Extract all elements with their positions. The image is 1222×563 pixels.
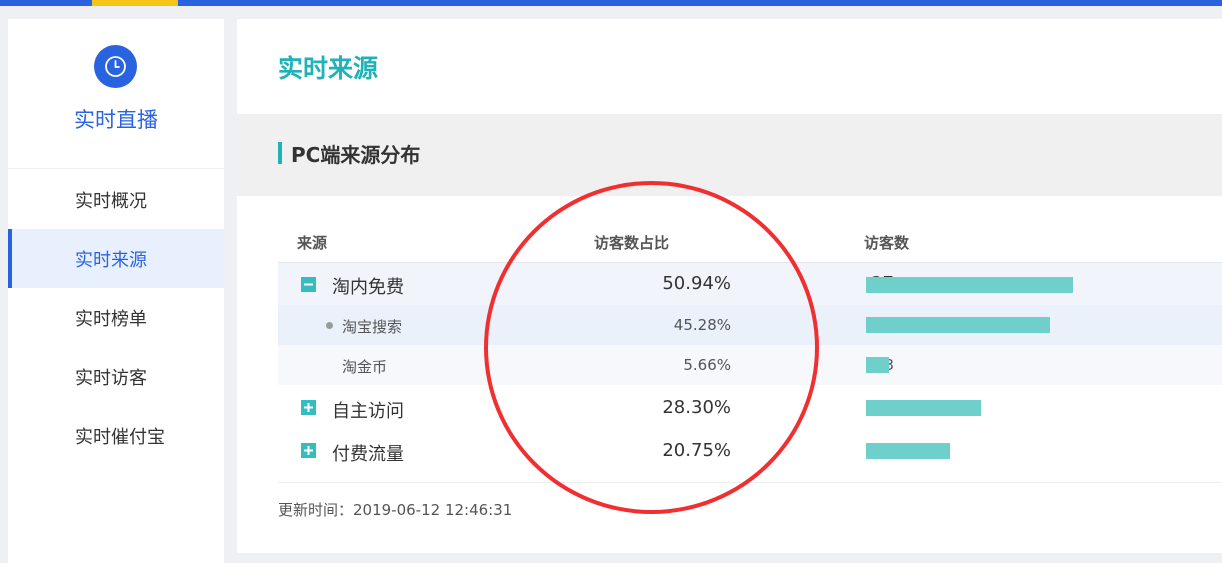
visitor-share: 5.66% xyxy=(683,356,731,374)
top-bar-accent xyxy=(92,0,178,6)
visitor-bar xyxy=(866,400,981,416)
sidebar-item-overview[interactable]: 实时概况 xyxy=(8,170,224,229)
visitor-share: 28.30% xyxy=(662,397,731,418)
plus-icon xyxy=(304,403,313,412)
section-header: PC端来源分布 xyxy=(237,114,1222,196)
plus-icon xyxy=(304,446,313,455)
visitor-share: 20.75% xyxy=(662,440,731,461)
visitor-bar xyxy=(866,277,1073,293)
visitor-bar xyxy=(866,443,950,459)
visitor-bar xyxy=(866,317,1050,333)
minus-icon xyxy=(304,283,313,286)
source-label: 付费流量 xyxy=(332,444,404,465)
column-header-source: 来源 xyxy=(297,234,328,252)
sidebar-item-payment-reminder[interactable]: 实时催付宝 xyxy=(8,406,224,465)
section-title: PC端来源分布 xyxy=(291,143,421,167)
section-accent-bar xyxy=(278,142,282,164)
clock-icon xyxy=(94,45,137,88)
table-row: 淘宝搜索 45.28% 24 xyxy=(278,305,1222,345)
sidebar: 实时直播 实时概况 实时来源 实时榜单 实时访客 实时催付宝 xyxy=(8,19,224,563)
collapse-toggle[interactable] xyxy=(301,277,316,292)
main-header: 实时来源 xyxy=(237,19,1222,114)
sidebar-item-visitors[interactable]: 实时访客 xyxy=(8,347,224,406)
source-label: 自主访问 xyxy=(332,401,404,422)
update-time: 更新时间：2019-06-12 12:46:31 xyxy=(278,501,513,519)
column-header-visitor-share: 访客数占比 xyxy=(594,234,670,252)
sidebar-item-rankings[interactable]: 实时榜单 xyxy=(8,288,224,347)
table-row: 付费流量 20.75% 11 xyxy=(278,430,1222,474)
visitor-share: 50.94% xyxy=(662,273,731,294)
expand-toggle[interactable] xyxy=(301,400,316,415)
source-table: 来源 访客数占比 访客数 淘内免费 50.94% 27 淘宝搜索 45.28% … xyxy=(237,196,1222,553)
source-label: 淘宝搜索 xyxy=(342,318,403,336)
source-label: 淘内免费 xyxy=(332,277,404,298)
source-label: 淘金币 xyxy=(342,358,388,376)
expand-toggle[interactable] xyxy=(301,443,316,458)
visitor-share: 45.28% xyxy=(673,316,731,334)
sidebar-header xyxy=(8,19,224,169)
footer-divider xyxy=(278,482,1222,483)
page-title: 实时来源 xyxy=(278,54,379,83)
sidebar-item-sources[interactable]: 实时来源 xyxy=(8,229,224,288)
column-header-visitors: 访客数 xyxy=(864,234,910,252)
top-bar xyxy=(0,0,1222,6)
sidebar-title: 实时直播 xyxy=(74,108,158,132)
visitor-bar xyxy=(866,357,889,373)
table-row: 淘金币 5.66% 3 xyxy=(278,345,1222,385)
table-row: 淘内免费 50.94% 27 xyxy=(278,263,1222,305)
bullet-icon xyxy=(326,322,333,329)
table-row: 自主访问 28.30% 15 xyxy=(278,386,1222,429)
